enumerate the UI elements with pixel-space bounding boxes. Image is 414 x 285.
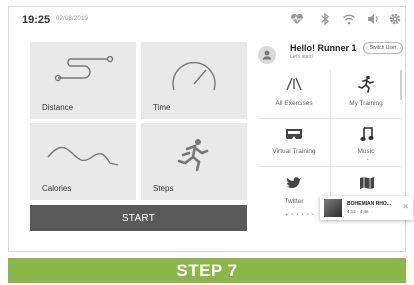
start-button[interactable]: START [30,205,247,231]
greeting-subtext: Let's start! [290,54,313,60]
menu-all-exercises[interactable]: All Exercises [258,70,330,118]
avatar[interactable] [258,46,276,64]
distance-tile[interactable]: Distance [30,42,136,119]
menu-label: Music [357,148,375,155]
calories-label: Calories [42,184,72,193]
step-banner: STEP 7 [8,258,406,283]
clock-time: 19:25 [22,14,51,26]
user-icon [262,50,272,60]
menu-label: Virtual Training [272,148,316,155]
song-title: BOHEMIAN RHO... [347,201,391,207]
menu-label: My Training [349,100,383,107]
menu-label: All Exercises [275,100,313,107]
music-icon [360,127,374,141]
status-icons [282,12,402,28]
distance-label: Distance [42,103,74,112]
menu-map[interactable] [331,167,401,195]
twitter-pager-dots: ● • • • • • [285,212,315,218]
switch-user-button[interactable]: Switch User [363,42,403,54]
menu-virtual-training[interactable]: Virtual Training [258,119,330,166]
status-bar: 19:25 02/08/2019 [22,12,402,30]
runner-icon [177,139,209,172]
runner-icon [358,75,374,93]
volume-icon[interactable] [366,12,380,26]
all-exercises-icon [286,77,302,91]
greeting-title: Hello! Runner 1 [290,43,357,53]
calories-graph-icon [47,146,119,166]
music-pager-dot: • [367,157,369,163]
distance-route-icon [54,56,114,82]
close-icon[interactable]: ✕ [402,202,409,211]
time-label: Time [153,103,171,112]
calories-tile[interactable]: Calories [30,123,136,200]
time-tile[interactable]: Time [141,42,247,119]
music-player-popup[interactable]: BOHEMIAN RHO... 4:12 - 4:46 ✕ [320,196,413,220]
wifi-icon[interactable] [342,12,356,26]
bluetooth-icon[interactable] [318,12,332,26]
menu-music[interactable]: Music [331,119,401,166]
menu-my-training[interactable]: My Training [331,70,401,118]
virtual-training-icon [286,129,302,139]
clock-date: 02/08/2019 [56,16,89,22]
steps-label: Steps [153,184,174,193]
speedometer-icon [172,61,216,91]
map-icon [360,177,374,189]
song-progress-time: 4:12 - 4:46 [347,209,369,214]
twitter-icon [286,177,301,189]
heart-rate-icon[interactable] [290,12,304,26]
album-art [324,199,342,217]
steps-tile[interactable]: Steps [141,123,247,200]
settings-gear-icon[interactable] [388,12,402,26]
